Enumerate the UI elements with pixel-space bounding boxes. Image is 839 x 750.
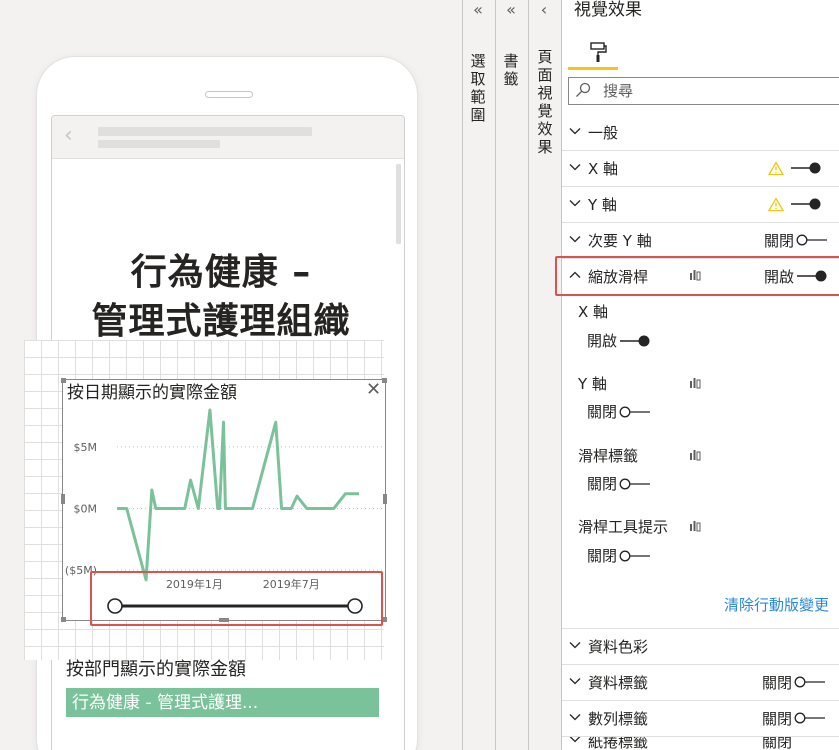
section-label: 次要 Y 軸 bbox=[588, 232, 652, 250]
chevron-down-icon bbox=[569, 642, 581, 649]
phone-speaker bbox=[205, 91, 253, 98]
pane-label: 選取範圍 bbox=[470, 52, 486, 124]
page-title-line: 管理式護理組織 bbox=[91, 301, 351, 342]
toggle-switch[interactable] bbox=[619, 549, 651, 563]
section-scroll-labels[interactable]: 紙捲標籤 關閉 bbox=[562, 737, 839, 750]
chevron-down-icon bbox=[569, 128, 581, 135]
section-label: 紙捲標籤 bbox=[588, 737, 649, 750]
toggle-switch[interactable] bbox=[796, 233, 828, 247]
page-title-line: 行為健康 – bbox=[130, 252, 312, 293]
toggle-state-label: 關閉 bbox=[587, 403, 618, 421]
option-label: X 軸 bbox=[578, 303, 609, 321]
toggle-switch[interactable] bbox=[790, 161, 822, 175]
mobile-header: ‹ bbox=[52, 116, 404, 159]
header-placeholder-bar bbox=[98, 140, 220, 148]
y-tick-label: $5M bbox=[74, 441, 98, 454]
reset-mobile-changes-link[interactable]: 清除行動版變更 bbox=[724, 595, 829, 615]
mobile-layout-icon bbox=[690, 450, 701, 461]
table-row-label: 行為健康 - 管理式護理... bbox=[72, 693, 259, 713]
back-chevron-icon[interactable]: ‹ bbox=[64, 124, 73, 148]
zoom-slider-highlight bbox=[90, 571, 383, 626]
search-input[interactable]: 搜尋 bbox=[568, 77, 839, 105]
chevron-down-icon bbox=[569, 714, 581, 721]
chevron-down-icon bbox=[569, 236, 581, 243]
chevron-down-icon bbox=[569, 164, 581, 171]
section-label: Y 軸 bbox=[588, 196, 617, 214]
warning-icon bbox=[768, 161, 784, 176]
toggle-state-label: 關閉 bbox=[762, 710, 793, 728]
pane-label: 書籤 bbox=[503, 52, 519, 88]
toggle-state-label: 關閉 bbox=[762, 737, 793, 750]
zoom-slider-row-highlight bbox=[555, 256, 839, 296]
bookmarks-pane[interactable]: « 書籤 bbox=[495, 0, 528, 750]
selection-pane[interactable]: « 選取範圍 bbox=[462, 0, 495, 750]
option-label: Y 軸 bbox=[578, 375, 607, 393]
expand-chevron-icon[interactable]: « bbox=[463, 0, 493, 20]
y-tick-label: $0M bbox=[74, 502, 98, 515]
page-visuals-pane[interactable]: ‹ 頁面視覺效果 bbox=[528, 0, 561, 750]
section-y-axis[interactable]: Y 軸 bbox=[562, 187, 839, 223]
toggle-switch[interactable] bbox=[619, 405, 651, 419]
section-data-colors[interactable]: 資料色彩 bbox=[562, 629, 839, 665]
visualizations-pane: 視覺效果 搜尋 一般 X 軸 Y 軸 次要 Y 軸 關閉 縮放滑桿 開啟 X 軸… bbox=[561, 0, 839, 750]
section-series-labels[interactable]: 數列標籤 關閉 bbox=[562, 701, 839, 737]
mobile-layout-icon bbox=[690, 521, 701, 532]
pane-title: 視覺效果 bbox=[574, 0, 642, 20]
section-label: 數列標籤 bbox=[588, 710, 649, 728]
second-visual-title: 按部門顯示的實際金額 bbox=[66, 659, 246, 680]
series-line bbox=[117, 408, 359, 582]
section-label: 一般 bbox=[588, 124, 619, 142]
scrollbar[interactable] bbox=[396, 164, 401, 244]
paint-roller-icon[interactable] bbox=[588, 40, 608, 64]
toggle-switch[interactable] bbox=[794, 675, 826, 689]
mobile-layout-icon bbox=[690, 378, 701, 389]
section-data-labels[interactable]: 資料標籤 關閉 bbox=[562, 665, 839, 701]
section-secondary-y-axis[interactable]: 次要 Y 軸 關閉 bbox=[562, 223, 839, 259]
warning-icon bbox=[768, 197, 784, 212]
search-icon bbox=[576, 82, 591, 97]
chevron-down-icon bbox=[569, 678, 581, 685]
toggle-switch[interactable] bbox=[619, 477, 651, 491]
format-tab-indicator bbox=[568, 67, 618, 70]
toggle-switch[interactable] bbox=[790, 197, 822, 211]
section-label: X 軸 bbox=[588, 160, 619, 178]
pane-label: 頁面視覺效果 bbox=[537, 48, 553, 156]
option-label: 滑桿標籤 bbox=[578, 447, 639, 465]
collapse-chevron-icon[interactable]: ‹ bbox=[529, 0, 559, 20]
option-label: 滑桿工具提示 bbox=[578, 518, 669, 536]
toggle-switch[interactable] bbox=[619, 334, 651, 348]
expand-chevron-icon[interactable]: « bbox=[496, 0, 526, 20]
toggle-state-label: 關閉 bbox=[764, 232, 795, 250]
header-placeholder-bar bbox=[98, 127, 312, 136]
toggle-switch[interactable] bbox=[794, 711, 826, 725]
toggle-state-label: 關閉 bbox=[762, 674, 793, 692]
chevron-down-icon bbox=[569, 200, 581, 207]
page-title: 行為健康 – 管理式護理組織 bbox=[52, 248, 390, 346]
chevron-down-icon bbox=[569, 737, 581, 743]
section-x-axis[interactable]: X 軸 bbox=[562, 151, 839, 187]
section-label: 資料標籤 bbox=[588, 674, 649, 692]
toggle-state-label: 關閉 bbox=[587, 475, 618, 493]
toggle-state-label: 開啟 bbox=[587, 332, 618, 350]
report-canvas: ‹ 行為健康 – 管理式護理組織 按日期顯示的實際金額 ✕ $5M $0M ($5M… bbox=[0, 0, 462, 750]
section-general[interactable]: 一般 bbox=[562, 115, 839, 151]
search-placeholder: 搜尋 bbox=[603, 82, 634, 100]
toggle-state-label: 關閉 bbox=[587, 547, 618, 565]
section-label: 資料色彩 bbox=[588, 638, 649, 656]
